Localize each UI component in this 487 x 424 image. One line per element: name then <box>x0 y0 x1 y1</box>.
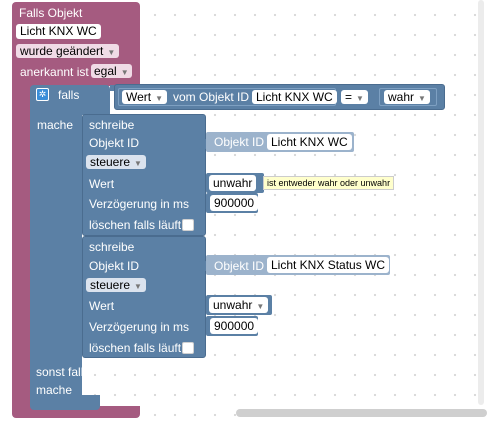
write-2-object-id-label: Objekt ID <box>89 259 140 273</box>
write-1-mode-dropdown[interactable]: steuere ▼ <box>86 155 146 169</box>
event-trigger-dropdown[interactable]: wurde geändert ▼ <box>16 44 120 58</box>
chevron-down-icon: ▼ <box>356 94 364 103</box>
operator-value: = <box>345 90 353 104</box>
condition-value: wahr <box>388 90 415 104</box>
chevron-down-icon: ▼ <box>418 94 426 103</box>
write-1-mode-value: steuere <box>90 155 131 169</box>
write-2-mode-dropdown[interactable]: steuere ▼ <box>86 278 146 292</box>
do-label: mache <box>37 118 74 132</box>
ack-value: egal <box>94 64 117 78</box>
write-2-mode-value: steuere <box>90 278 131 292</box>
operator-dropdown[interactable]: = ▼ <box>341 90 368 104</box>
event-object-name[interactable]: Licht KNX WC <box>16 24 101 39</box>
write-2-clear-checkbox[interactable] <box>182 342 194 354</box>
do-label-2: mache <box>36 383 73 397</box>
if-label: falls <box>58 88 80 102</box>
ack-label: anerkannt ist <box>20 65 89 79</box>
gear-icon[interactable]: ✲ <box>36 88 49 101</box>
ack-dropdown[interactable]: egal ▼ <box>91 64 132 78</box>
event-trigger-value: wurde geändert <box>20 44 104 58</box>
chevron-down-icon: ▼ <box>107 48 116 57</box>
property-dropdown[interactable]: Wert ▼ <box>122 90 168 104</box>
write-block-2[interactable] <box>82 236 206 358</box>
chevron-down-icon: ▼ <box>256 302 265 311</box>
if-block-bottom <box>30 395 100 410</box>
write-1-delay-label: Verzögerung in ms <box>89 197 190 211</box>
write-2-clear-label: löschen falls läuft <box>89 341 182 355</box>
write-1-object-id-chip: Objekt ID <box>214 135 265 149</box>
write-1-value: unwahr <box>213 176 253 190</box>
chevron-down-icon: ▼ <box>120 68 129 77</box>
property-value: Wert <box>126 90 152 104</box>
write-1-clear-label: löschen falls läuft <box>89 218 182 232</box>
write-1-value-label: Wert <box>89 177 115 191</box>
write-2-object-id-chip: Objekt ID <box>214 259 265 273</box>
else-if-label: sonst falls <box>36 365 90 379</box>
write-1-delay-value[interactable]: 900000 <box>210 195 259 211</box>
chevron-down-icon: ▼ <box>134 282 142 291</box>
from-object-label: vom Objekt ID <box>173 90 250 104</box>
horizontal-scrollbar[interactable] <box>236 409 487 417</box>
tooltip: ist entweder wahr oder unwahr <box>263 176 395 190</box>
write-2-value: unwahr <box>213 298 253 312</box>
condition-object[interactable]: Licht KNX WC <box>252 90 337 104</box>
chevron-down-icon: ▼ <box>134 159 142 168</box>
chevron-down-icon: ▼ <box>155 94 164 103</box>
write-2-value-dropdown[interactable]: unwahr ▼ <box>209 297 269 313</box>
condition-value-dropdown[interactable]: wahr ▼ <box>384 90 430 104</box>
write-1-clear-checkbox[interactable] <box>182 219 194 231</box>
vertical-scrollbar[interactable] <box>478 0 484 405</box>
event-title: Falls Objekt <box>19 6 83 20</box>
write-2-object-id-value[interactable]: Licht KNX Status WC <box>267 257 390 273</box>
event-block-spine <box>12 86 32 408</box>
write-1-object-id-value[interactable]: Licht KNX WC <box>267 134 352 150</box>
write-2-delay-value[interactable]: 900000 <box>210 318 259 334</box>
write-2-title: schreibe <box>89 240 135 254</box>
write-2-value-label: Wert <box>89 299 115 313</box>
write-1-value-dropdown[interactable]: unwahr <box>209 175 257 191</box>
write-2-delay-label: Verzögerung in ms <box>89 320 190 334</box>
write-1-title: schreibe <box>89 118 135 132</box>
write-1-object-id-label: Objekt ID <box>89 136 140 150</box>
